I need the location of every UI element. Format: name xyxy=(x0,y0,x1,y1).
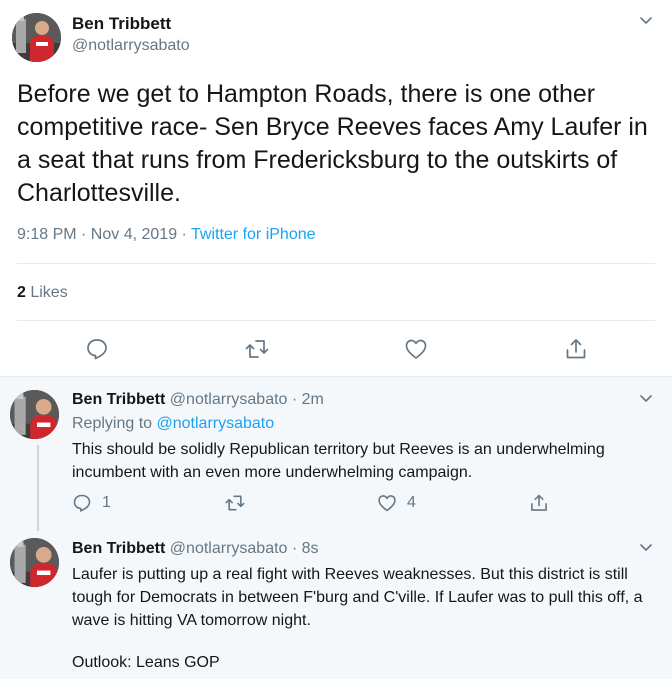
retweet-icon xyxy=(225,495,245,511)
divider xyxy=(17,320,655,321)
reply-icon[interactable] xyxy=(85,337,109,361)
thread-connector-line xyxy=(37,445,39,531)
tweet-source-link[interactable]: Twitter for iPhone xyxy=(191,226,316,243)
likes-stat[interactable]: 2 Likes xyxy=(17,284,68,302)
retweet-button[interactable] xyxy=(225,493,255,513)
share-icon[interactable] xyxy=(564,337,588,361)
avatar[interactable] xyxy=(12,13,61,62)
reply-count: 1 xyxy=(102,494,111,511)
reply-button[interactable]: 1 xyxy=(72,493,111,513)
avatar[interactable] xyxy=(10,390,59,439)
replying-to-prefix: Replying to xyxy=(72,415,157,432)
likes-label: Likes xyxy=(25,284,68,301)
chevron-down-icon[interactable] xyxy=(638,540,654,556)
like-icon[interactable] xyxy=(404,337,428,361)
main-tweet: Ben Tribbett @notlarrysabato Before we g… xyxy=(0,0,672,376)
like-button[interactable]: 4 xyxy=(377,493,416,513)
chevron-down-icon[interactable] xyxy=(638,391,654,407)
author-name[interactable]: Ben Tribbett xyxy=(72,391,165,408)
reply-header: Ben Tribbett @notlarrysabato · 8s xyxy=(72,540,319,558)
share-icon xyxy=(531,494,547,511)
reply-text: This should be solidly Republican territ… xyxy=(72,441,605,481)
like-icon xyxy=(378,495,396,512)
tweet-meta: 9:18 PM · Nov 4, 2019 · Twitter for iPho… xyxy=(17,226,316,244)
like-count: 4 xyxy=(407,494,416,511)
reply-icon xyxy=(73,494,91,512)
avatar[interactable] xyxy=(10,538,59,587)
tweet-timestamp[interactable]: 9:18 PM · Nov 4, 2019 · xyxy=(17,226,191,243)
author-handle-time[interactable]: @notlarrysabato · 8s xyxy=(170,540,319,557)
chevron-down-icon[interactable] xyxy=(638,13,654,29)
replying-to: Replying to @notlarrysabato xyxy=(72,415,274,433)
tweet-text: Before we get to Hampton Roads, there is… xyxy=(17,80,648,207)
author-name[interactable]: Ben Tribbett xyxy=(72,540,165,557)
author-handle[interactable]: @notlarrysabato xyxy=(72,37,190,55)
retweet-icon[interactable] xyxy=(245,337,269,361)
author-name[interactable]: Ben Tribbett xyxy=(72,14,171,34)
divider xyxy=(17,263,655,264)
reply-header: Ben Tribbett @notlarrysabato · 2m xyxy=(72,391,324,409)
author-handle-time[interactable]: @notlarrysabato · 2m xyxy=(170,391,324,408)
share-button[interactable] xyxy=(529,493,549,513)
reply-text-outlook: Outlook: Leans GOP xyxy=(72,654,220,671)
replying-to-handle[interactable]: @notlarrysabato xyxy=(157,415,275,432)
likes-count: 2 xyxy=(17,284,26,301)
reply-text: Laufer is putting up a real fight with R… xyxy=(72,566,643,629)
